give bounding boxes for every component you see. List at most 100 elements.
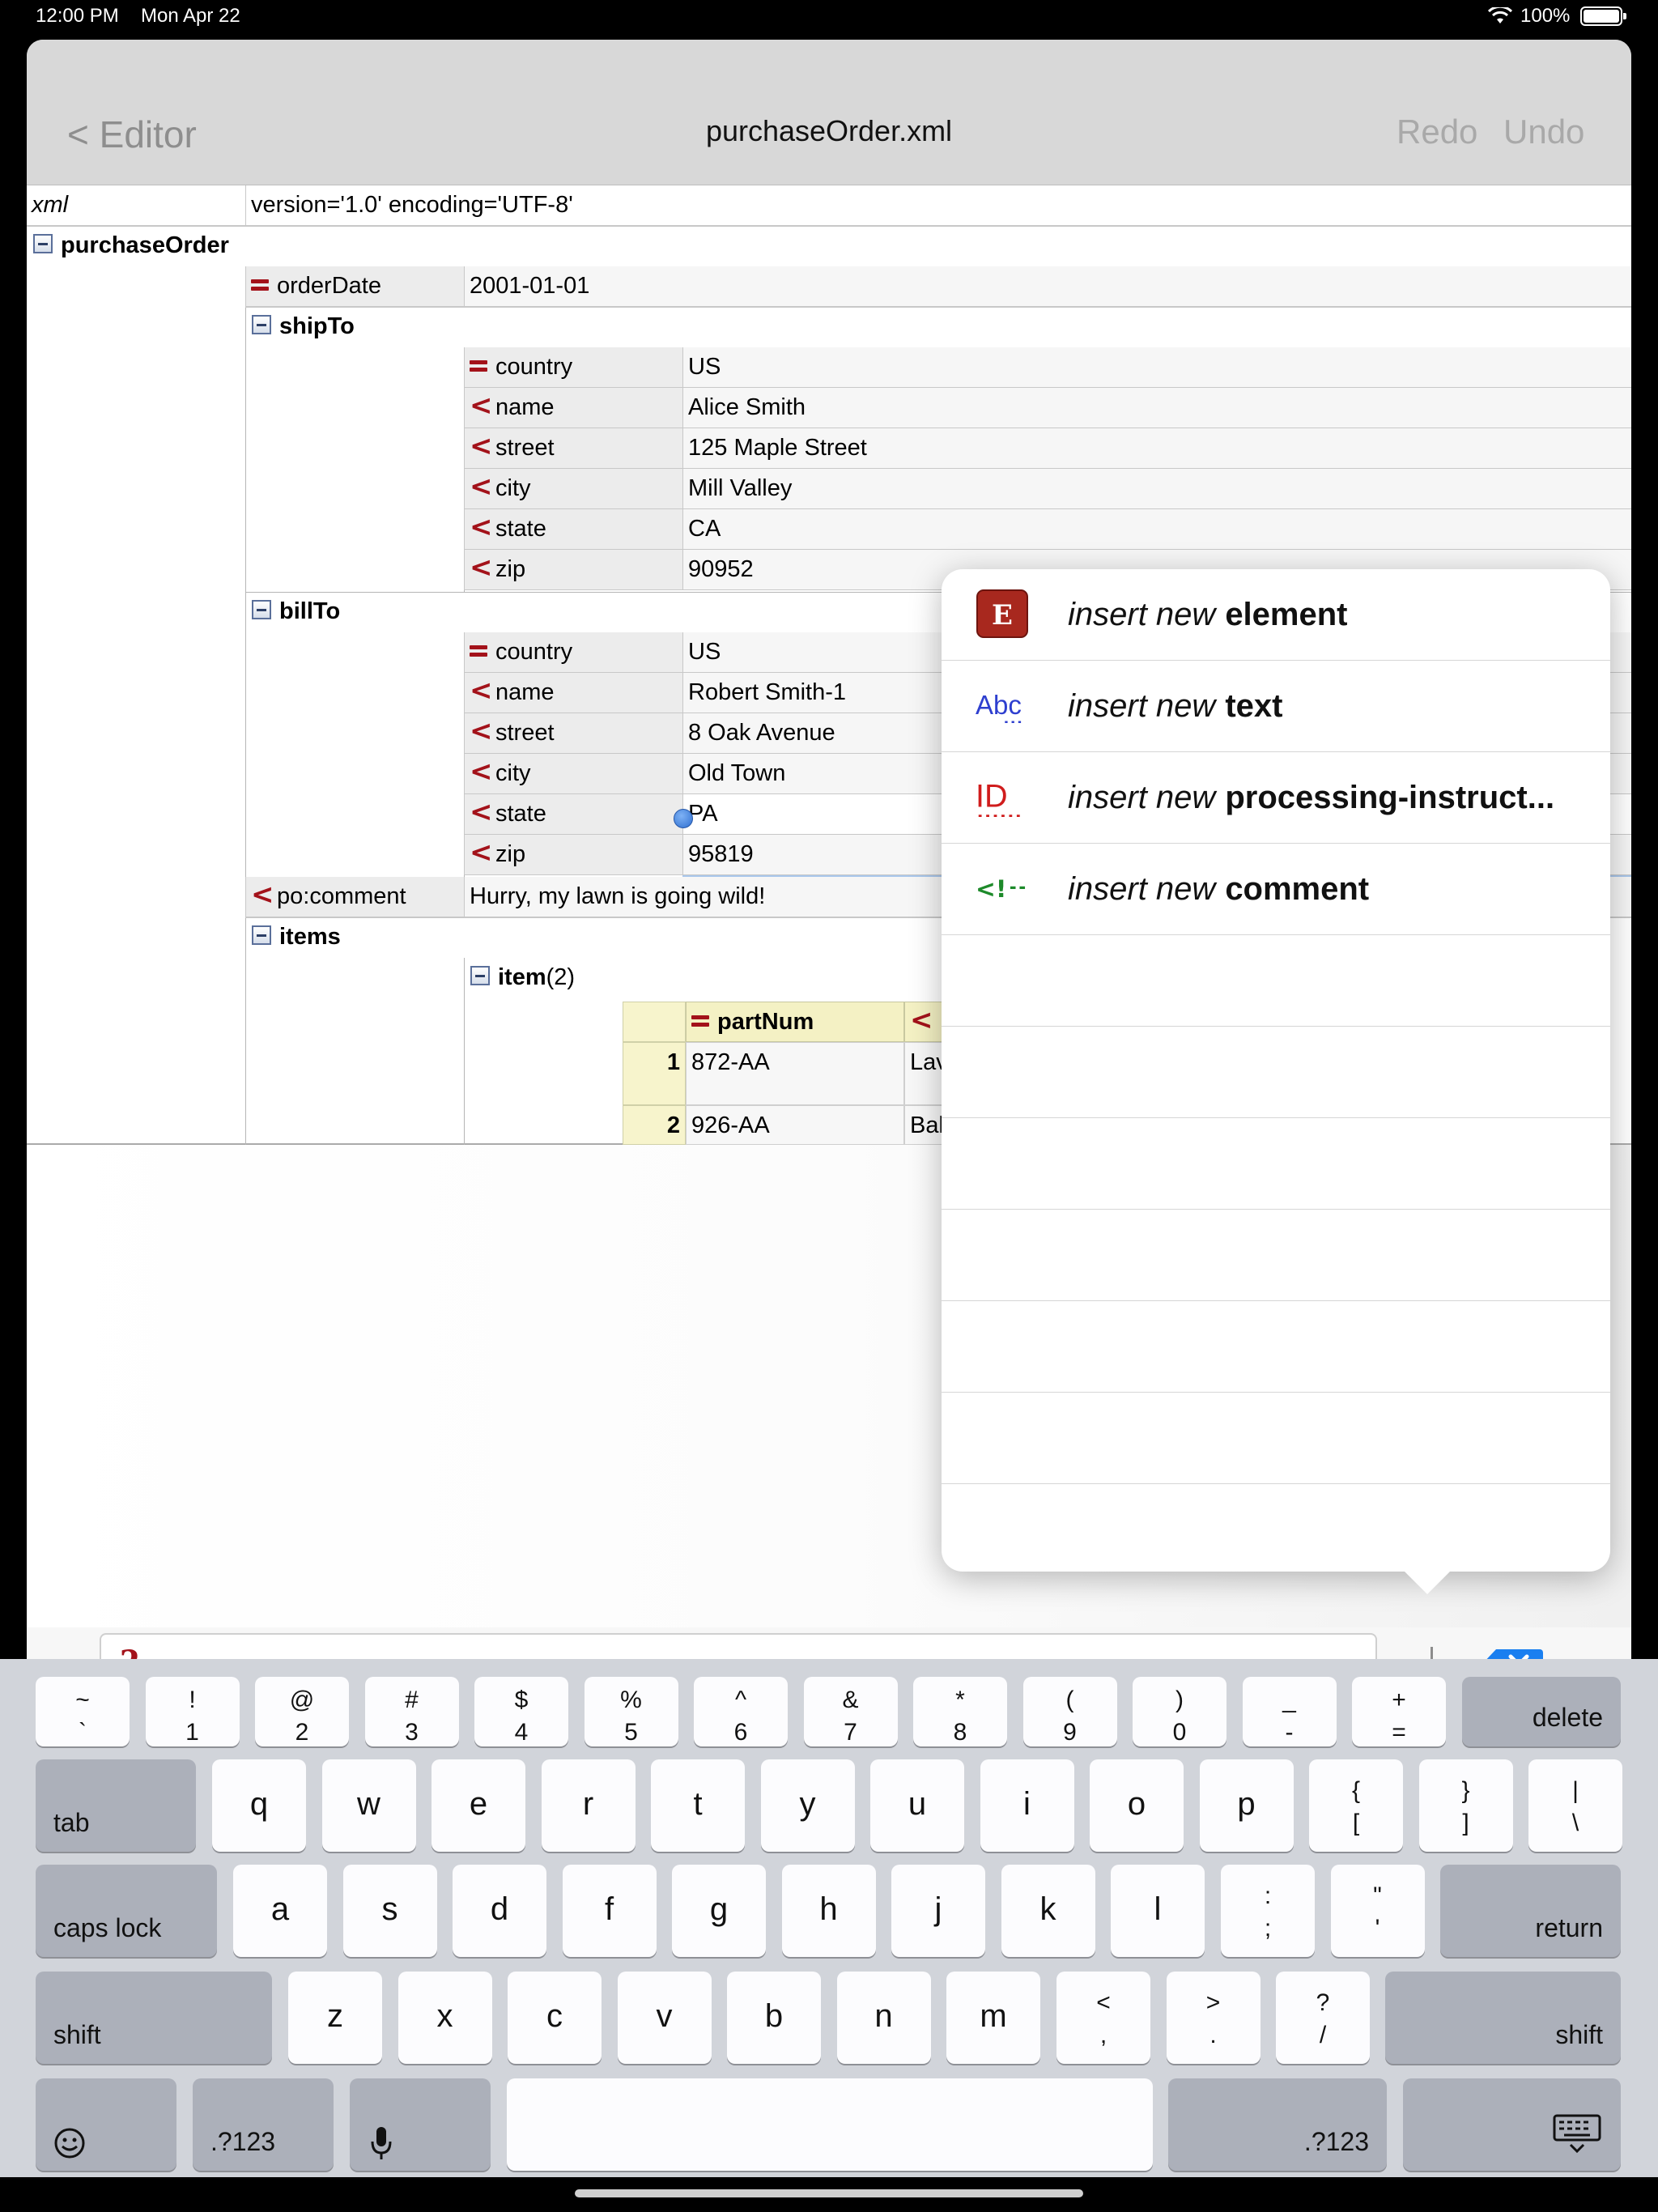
return-key[interactable]: return [1440,1865,1621,1957]
collapse-icon[interactable] [470,966,490,986]
symbol-key[interactable]: :; [1221,1865,1315,1957]
table-cell-partnum[interactable]: 872-AA [686,1042,904,1105]
insert-text-item[interactable]: Abc insert new text [942,661,1610,752]
key-o[interactable]: o [1090,1759,1184,1852]
number-key[interactable]: * 8 [913,1677,1007,1746]
symbol-key[interactable]: }] [1418,1759,1513,1852]
number-key[interactable]: (9 [1022,1677,1117,1746]
shipto-state-name[interactable]: < state [464,509,682,550]
numbers-symbols-key-left[interactable]: .?123 [193,2078,334,2171]
order-date-value[interactable]: 2001-01-01 [464,266,1631,307]
billto-city-name[interactable]: < city [464,754,682,794]
key-g[interactable]: g [672,1865,766,1957]
key-w[interactable]: w [321,1759,416,1852]
items-node[interactable]: items [252,917,341,956]
key-b[interactable]: b [727,1972,821,2064]
number-key[interactable]: % 5 [584,1677,678,1746]
shipto-name-value[interactable]: Alice Smith [682,388,1631,428]
key-c[interactable]: c [508,1972,602,2064]
ship-to-node[interactable]: shipTo [252,307,355,346]
xml-declaration-value[interactable]: version='1.0' encoding='UTF-8' [245,185,1631,226]
number-key[interactable]: & 7 [803,1677,898,1746]
comment-element-name[interactable]: < po:comment [245,877,464,917]
shipto-city-name[interactable]: < city [464,469,682,509]
number-key[interactable]: #3 [364,1677,459,1746]
billto-name-name[interactable]: < name [464,673,682,713]
numbers-symbols-key-right[interactable]: .?123 [1168,2078,1387,2171]
shift-right-key[interactable]: shift [1385,1972,1621,2064]
key-a[interactable]: a [233,1865,327,1957]
order-date-name[interactable]: orderDate [245,266,464,307]
billto-zip-name[interactable]: < zip [464,835,682,875]
key-s[interactable]: s [342,1865,437,1957]
collapse-icon[interactable] [33,234,53,254]
key-f[interactable]: f [562,1865,657,1957]
selection-handle[interactable] [674,809,693,828]
key-z[interactable]: z [288,1972,382,2064]
bill-to-node[interactable]: billTo [252,592,340,631]
symbol-key[interactable]: <, [1056,1972,1150,2064]
collapse-icon[interactable] [252,600,271,620]
shift-left-key[interactable]: shift [36,1972,272,2064]
space-bar[interactable] [507,2078,1153,2171]
number-key[interactable]: _ - [1242,1677,1337,1746]
insert-processing-instruction-item[interactable]: ID insert new processing-instruct... [942,752,1610,844]
key-x[interactable]: x [397,1972,492,2064]
key-j[interactable]: j [891,1865,985,1957]
key-e[interactable]: e [432,1759,525,1852]
billto-country-name[interactable]: country [464,632,682,673]
emoji-key[interactable] [36,2078,176,2171]
number-key[interactable]: ~ ` [36,1677,130,1746]
undo-button[interactable]: Undo [1503,113,1584,151]
dictation-key[interactable] [350,2078,491,2171]
table-header-partnum[interactable]: partNum [686,1002,904,1042]
key-r[interactable]: r [541,1759,636,1852]
key-m[interactable]: m [946,1972,1040,2064]
billto-state-name[interactable]: < state [464,794,682,835]
caps-lock-key[interactable]: caps lock [36,1865,217,1957]
home-indicator[interactable] [575,2189,1083,2197]
key-n[interactable]: n [836,1972,931,2064]
billto-street-name[interactable]: < street [464,713,682,754]
symbol-key[interactable]: >. [1166,1972,1261,2064]
symbol-key[interactable]: | \ [1528,1759,1622,1852]
number-key[interactable]: ! 1 [145,1677,240,1746]
key-d[interactable]: d [453,1865,546,1957]
symbol-key[interactable]: " ' [1330,1865,1425,1957]
shipto-city-value[interactable]: Mill Valley [682,469,1631,509]
number-key[interactable]: $4 [474,1677,568,1746]
shipto-country-value[interactable]: US [682,347,1631,388]
key-p[interactable]: p [1199,1759,1294,1852]
number-key[interactable]: ^ 6 [694,1677,788,1746]
key-y[interactable]: y [760,1759,855,1852]
shipto-street-value[interactable]: 125 Maple Street [682,428,1631,469]
key-v[interactable]: v [617,1972,712,2064]
shipto-country-name[interactable]: country [464,347,682,388]
key-i[interactable]: i [980,1759,1074,1852]
purchase-order-node[interactable]: purchaseOrder [33,226,229,265]
key-h[interactable]: h [781,1865,876,1957]
key-t[interactable]: t [651,1759,745,1852]
symbol-key[interactable]: ? / [1276,1972,1370,2064]
delete-key[interactable]: delete [1462,1677,1621,1746]
key-u[interactable]: u [870,1759,964,1852]
insert-element-item[interactable]: E insert new element [942,569,1610,661]
number-key[interactable]: ) 0 [1133,1677,1226,1746]
insert-comment-item[interactable]: <! insert new comment [942,844,1610,935]
shipto-state-value[interactable]: CA [682,509,1631,550]
shipto-name-name[interactable]: < name [464,388,682,428]
tab-key[interactable]: tab [36,1759,196,1852]
item-node[interactable]: item(2) [470,958,575,997]
shipto-street-name[interactable]: < street [464,428,682,469]
hide-keyboard-key[interactable] [1403,2078,1621,2171]
shipto-zip-name[interactable]: < zip [464,550,682,590]
collapse-icon[interactable] [252,925,271,946]
redo-button[interactable]: Redo [1397,113,1477,151]
table-cell-partnum[interactable]: 926-AA [686,1105,904,1145]
key-k[interactable]: k [1001,1865,1095,1957]
number-key[interactable]: + = [1352,1677,1446,1746]
collapse-icon[interactable] [252,315,271,335]
symbol-key[interactable]: {[ [1309,1759,1403,1852]
key-l[interactable]: l [1111,1865,1205,1957]
number-key[interactable]: @2 [255,1677,349,1746]
